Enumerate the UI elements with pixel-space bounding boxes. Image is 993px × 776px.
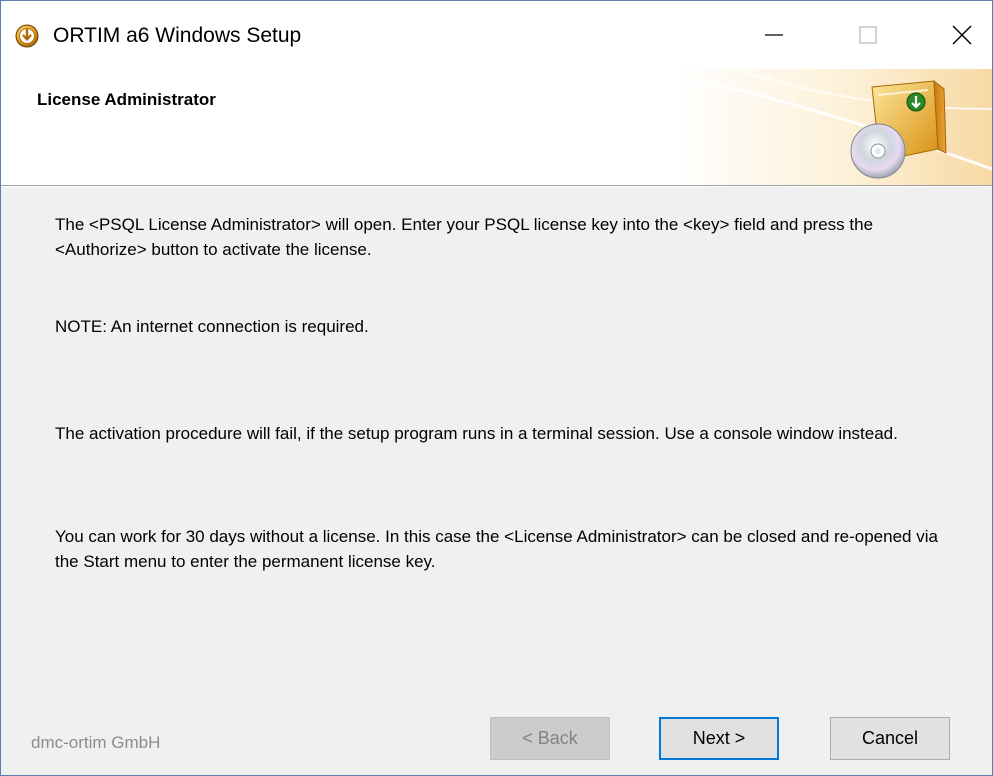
minimize-icon <box>765 34 783 36</box>
header-divider-highlight <box>1 186 992 187</box>
info-paragraph-internet-note: NOTE: An internet connection is required… <box>55 317 369 336</box>
maximize-icon <box>859 26 877 44</box>
title-bar[interactable]: ORTIM a6 Windows Setup <box>1 1 992 69</box>
setup-window: ORTIM a6 Windows Setup License Administr… <box>0 0 993 776</box>
install-package-icon <box>676 69 992 185</box>
back-button[interactable]: < Back <box>490 717 610 760</box>
info-paragraph-trial-period: You can work for 30 days without a licen… <box>55 527 938 571</box>
window-title: ORTIM a6 Windows Setup <box>53 24 302 47</box>
next-button[interactable]: Next > <box>659 717 779 760</box>
info-paragraph-license-key: The <PSQL License Administrator> will op… <box>55 215 874 259</box>
brand-label: dmc-ortim GmbH <box>31 733 161 752</box>
close-icon <box>952 25 972 45</box>
cancel-button[interactable]: Cancel <box>830 717 950 760</box>
page-title: License Administrator <box>37 90 216 109</box>
maximize-button[interactable] <box>839 1 897 69</box>
close-button[interactable] <box>933 1 991 69</box>
info-paragraph-terminal-warning: The activation procedure will fail, if t… <box>55 424 898 443</box>
minimize-button[interactable] <box>745 1 803 69</box>
setup-disc-icon[interactable] <box>15 24 39 48</box>
header-banner: License Administrator <box>1 69 992 185</box>
